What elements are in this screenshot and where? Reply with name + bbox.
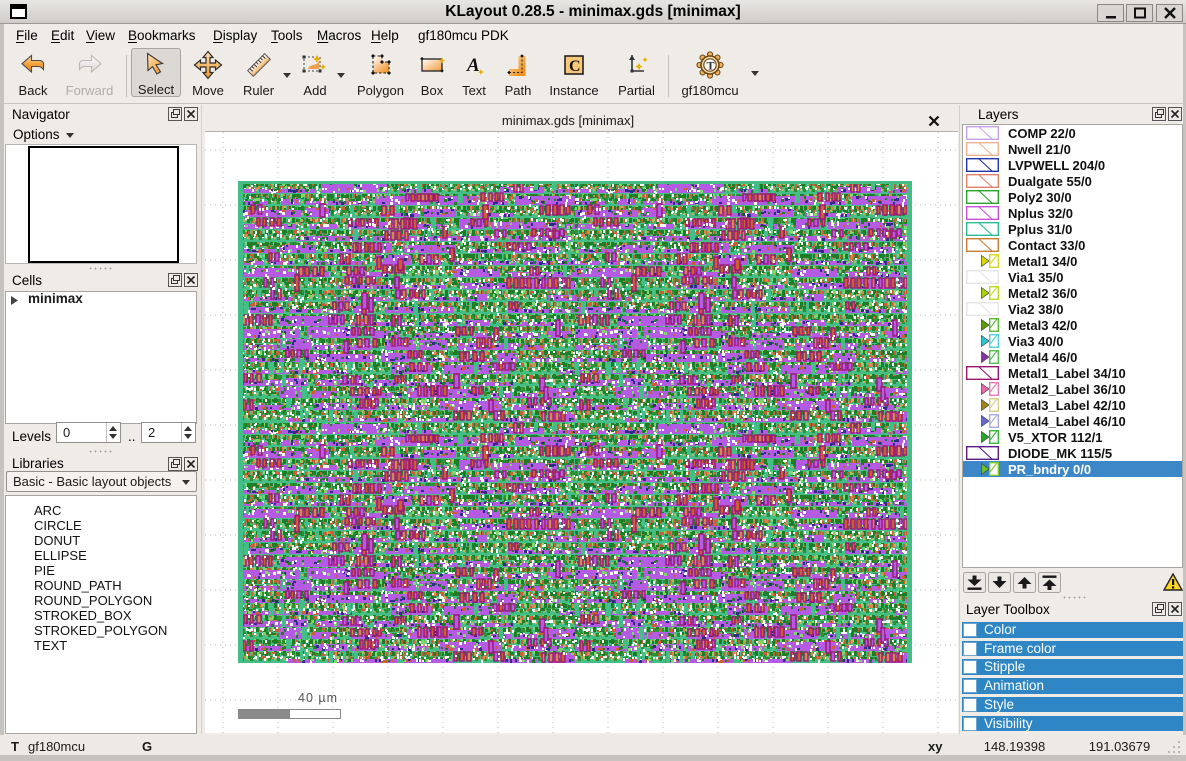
svg-text:A: A — [466, 55, 480, 76]
svg-text:C: C — [569, 58, 581, 75]
svg-text:T: T — [707, 59, 715, 73]
